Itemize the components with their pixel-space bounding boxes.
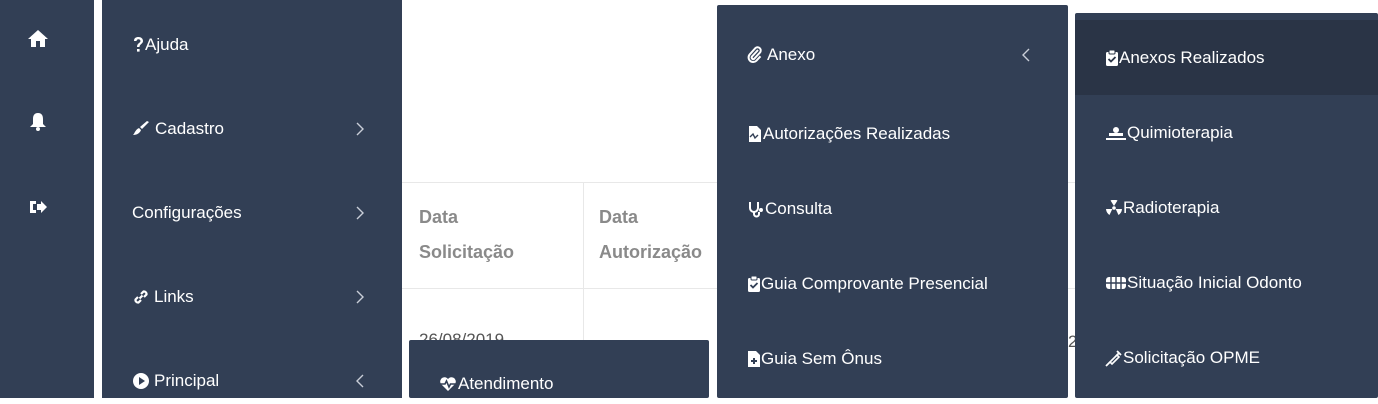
chevron-right-icon (352, 289, 368, 305)
menu-item-label: Radioterapia (1123, 198, 1220, 217)
menu-item-label: Guia Sem Ônus (761, 349, 882, 368)
menu-item-label: Atendimento (458, 374, 554, 393)
sign-out-icon[interactable] (24, 193, 52, 221)
menu-item-consulta[interactable]: Consulta (717, 189, 1068, 229)
column-header-data-solicitacao[interactable]: Data Solicitação (419, 200, 514, 270)
menu-item-label: Cadastro (155, 119, 224, 138)
menu-item-label: Anexo (767, 45, 816, 64)
header-line: Solicitação (419, 242, 515, 262)
menu-item-configuracoes[interactable]: Configurações (102, 193, 402, 233)
menu-item-label: Quimioterapia (1127, 123, 1233, 142)
syringe-icon (1105, 349, 1123, 367)
menu-item-label: Solicitação OPME (1123, 348, 1260, 367)
home-icon[interactable] (24, 25, 52, 53)
menu-item-situacao-inicial-odonto[interactable]: Situação Inicial Odonto (1075, 263, 1378, 303)
menu-item-links[interactable]: Links (102, 277, 402, 317)
menu-item-cadastro[interactable]: Cadastro (102, 109, 402, 149)
menu-item-anexo[interactable]: Anexo (717, 35, 1068, 75)
menu-item-label: Anexos Realizados (1119, 48, 1265, 67)
menu-item-principal[interactable]: Principal (102, 361, 402, 401)
clipboard-check-icon (747, 275, 761, 293)
chevron-right-icon (352, 205, 368, 221)
menu-item-atendimento[interactable]: Atendimento (409, 364, 709, 404)
clipboard-check-icon (1105, 49, 1119, 67)
menu-item-label: Consulta (765, 199, 833, 218)
menu-item-solicitacao-opme[interactable]: Solicitação OPME (1075, 338, 1378, 378)
menu-item-ajuda[interactable]: Ajuda (102, 25, 402, 65)
menu-item-label: Situação Inicial Odonto (1127, 273, 1302, 292)
brush-icon (132, 121, 150, 137)
file-medical-icon (747, 350, 761, 368)
menu-item-label: Principal (154, 371, 220, 390)
heartbeat-icon (439, 376, 457, 392)
chevron-left-icon (1018, 47, 1034, 63)
file-signature-icon (747, 125, 763, 143)
menu-item-label: Links (154, 287, 194, 306)
rail-separator (94, 0, 102, 398)
teeth-icon (1105, 275, 1127, 291)
header-line: Data (599, 207, 639, 227)
stethoscope-icon (747, 200, 765, 218)
header-line: Data (419, 207, 459, 227)
menu-item-label: Autorizações Realizadas (763, 124, 951, 143)
radiation-icon (1105, 200, 1123, 216)
play-circle-icon (132, 372, 150, 390)
column-header-data-autorizacao[interactable]: Data Autorização (599, 200, 702, 270)
bell-icon[interactable] (24, 108, 52, 136)
link-icon (132, 288, 150, 306)
menu-item-autorizacoes-realizadas[interactable]: Autorizações Realizadas (717, 114, 1068, 154)
procedures-icon (1105, 125, 1127, 141)
paperclip-icon (747, 46, 763, 64)
principal-submenu: Atendimento (409, 340, 709, 398)
atendimento-submenu: Anexo Autorizações Realizadas Consulta G… (717, 5, 1068, 398)
chevron-left-icon (352, 373, 368, 389)
anexo-submenu: Anexos Realizados Quimioterapia Radioter… (1075, 13, 1378, 398)
menu-item-label: Ajuda (145, 35, 189, 54)
menu-item-guia-sem-onus[interactable]: Guia Sem Ônus (717, 339, 1068, 379)
chevron-right-icon (352, 121, 368, 137)
menu-item-radioterapia[interactable]: Radioterapia (1075, 188, 1378, 228)
menu-item-quimioterapia[interactable]: Quimioterapia (1075, 113, 1378, 153)
menu-item-label: Configurações (132, 203, 242, 222)
question-icon (132, 36, 145, 54)
icon-rail (0, 0, 94, 398)
header-line: Autorização (599, 242, 703, 262)
menu-item-guia-comprovante-presencial[interactable]: Guia Comprovante Presencial (717, 264, 1068, 304)
main-menu: Ajuda Cadastro Configurações Links Princ… (102, 0, 402, 398)
menu-item-label: Guia Comprovante Presencial (761, 274, 988, 293)
menu-item-anexos-realizados[interactable]: Anexos Realizados (1075, 38, 1378, 78)
